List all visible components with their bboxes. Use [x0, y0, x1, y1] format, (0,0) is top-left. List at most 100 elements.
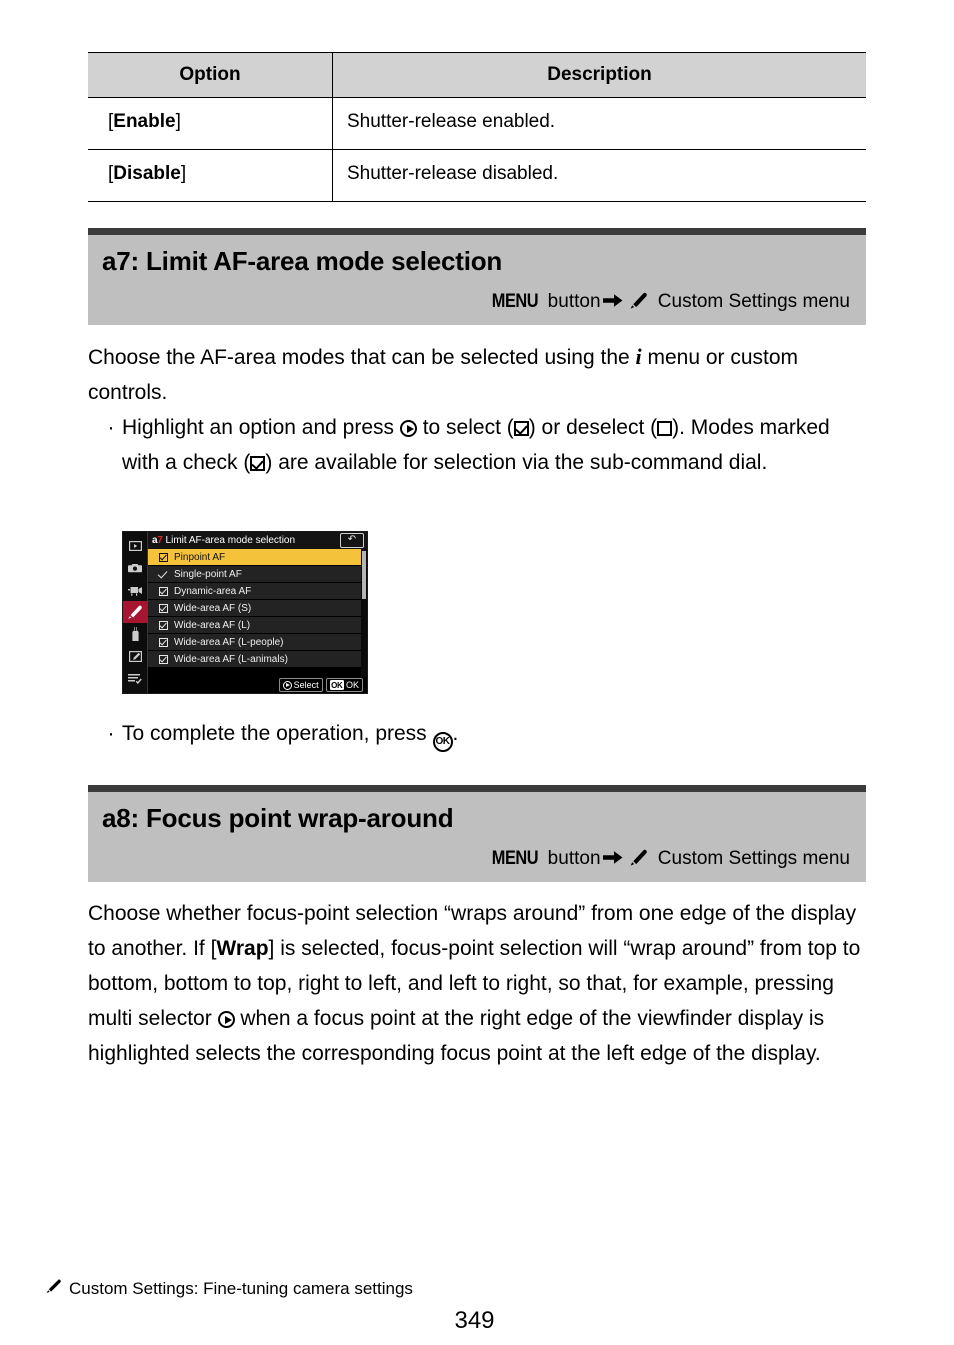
bracket-open: [	[108, 111, 114, 132]
video-recording-menu-icon	[127, 586, 142, 596]
menu-path-a8: MENU button Custom Settings menu	[102, 848, 852, 872]
scrollbar[interactable]	[361, 549, 367, 677]
column-header-description: Description	[332, 52, 866, 98]
sidebar-item-photo-shooting[interactable]	[123, 557, 148, 579]
list-item[interactable]: Pinpoint AF	[148, 549, 361, 566]
section-top-rule	[88, 785, 866, 792]
bullet2-part-b: .	[452, 722, 459, 745]
checkbox-checked-icon[interactable]	[152, 586, 174, 596]
bullet-text: Highlight an option and press to select …	[122, 410, 870, 480]
section-band: a8: Focus point wrap-around MENU button …	[88, 792, 866, 882]
page-footer: Custom Settings: Fine-tuning camera sett…	[45, 1279, 909, 1335]
section-band: a7: Limit AF-area mode selection MENU bu…	[88, 235, 866, 325]
pencil-icon	[629, 292, 648, 315]
section-title-a8: a8: Focus point wrap-around	[102, 803, 454, 833]
camera-menu-main: a7 Limit AF-area mode selection ↶ Pinpoi…	[148, 532, 367, 693]
sidebar-item-my-menu[interactable]	[123, 667, 148, 689]
select-hint: Select	[278, 678, 323, 692]
camera-menu-screenshot: a7 Limit AF-area mode selection ↶ Pinpoi…	[122, 531, 368, 694]
intro-part-1: Choose the AF-area modes that can be sel…	[88, 346, 636, 369]
footer-chapter-label: Custom Settings: Fine-tuning camera sett…	[69, 1279, 413, 1298]
checkbox-checked-icon[interactable]	[152, 637, 174, 647]
menu-path-a7: MENU button Custom Settings menu	[102, 291, 852, 315]
bullet-list-a7: · Highlight an option and press to selec…	[100, 410, 870, 480]
bullet-list-a7-second: · To complete the operation, press OK.	[100, 716, 870, 752]
list-item[interactable]: Single-point AF	[148, 566, 361, 583]
select-hint-label: Select	[293, 680, 319, 690]
checkbox-checked-icon[interactable]	[152, 654, 174, 664]
footer-chapter-line: Custom Settings: Fine-tuning camera sett…	[45, 1279, 909, 1299]
scrollbar-thumb[interactable]	[362, 551, 366, 599]
cell-option: [Enable]	[88, 97, 333, 150]
pencil-icon	[128, 605, 142, 619]
ok-hint-label: OK	[345, 680, 359, 690]
multi-selector-right-icon	[217, 1011, 235, 1028]
sidebar-item-video-recording[interactable]	[123, 579, 148, 601]
section-a7-header: a7: Limit AF-area mode selection MENU bu…	[88, 228, 866, 325]
code-number: 7	[157, 535, 163, 546]
sidebar-item-custom-settings[interactable]	[123, 601, 148, 623]
option-name: Disable	[113, 163, 181, 184]
button-word: button	[542, 847, 601, 869]
bullet-text: To complete the operation, press OK.	[122, 716, 870, 752]
page-number: 349	[454, 1307, 495, 1334]
list-item[interactable]: Wide-area AF (L-people)	[148, 634, 361, 651]
bullet1-part-c: ) or deselect (	[528, 416, 658, 439]
sidebar-item-setup[interactable]	[123, 623, 148, 645]
checked-box-icon	[513, 421, 529, 436]
wrap-option-name: Wrap	[216, 937, 269, 960]
sidebar-item-playback[interactable]	[123, 535, 148, 557]
manual-page: Option Description [Enable] Shutter-rele…	[0, 0, 954, 1345]
table-row: [Disable] Shutter-release disabled.	[88, 149, 866, 202]
menu-button-label: MENU	[492, 290, 539, 312]
bullet1-part-a: Highlight an option and press	[122, 416, 400, 439]
checkbox-checked-icon[interactable]	[152, 552, 174, 562]
list-item-label: Pinpoint AF	[174, 551, 226, 563]
bullet1-part-e: ) are available for selection via the su…	[265, 451, 768, 474]
list-item-label: Wide-area AF (L)	[174, 619, 251, 631]
column-header-option: Option	[88, 52, 333, 98]
section-title-a7: a7: Limit AF-area mode selection	[102, 246, 503, 276]
list-item-label: Single-point AF	[174, 568, 242, 580]
checkbox-checked-icon[interactable]	[152, 620, 174, 630]
bullet1-part-b: to select (	[416, 416, 514, 439]
checked-box-icon	[250, 456, 266, 471]
bullet2-part-a: To complete the operation, press	[122, 722, 433, 745]
list-item-label: Wide-area AF (L-people)	[174, 636, 284, 648]
list-item-label: Dynamic-area AF	[174, 585, 252, 597]
list-item[interactable]: Wide-area AF (L-animals)	[148, 651, 361, 668]
ok-button-icon: OK	[432, 732, 453, 752]
bullet-marker: ·	[107, 722, 115, 745]
multi-selector-right-icon	[399, 420, 417, 437]
list-item-label: Wide-area AF (S)	[174, 602, 252, 614]
pencil-icon	[45, 1279, 62, 1299]
list-item[interactable]: Wide-area AF (L)	[148, 617, 361, 634]
options-table: Option Description [Enable] Shutter-rele…	[88, 52, 866, 202]
list-item: · Highlight an option and press to selec…	[100, 410, 870, 480]
return-arrow-icon[interactable]: ↶	[340, 533, 364, 548]
camera-menu-code: a7	[152, 535, 163, 546]
pencil-icon	[629, 849, 648, 872]
check-mark-icon[interactable]	[152, 570, 174, 579]
body-text-a8: Choose whether focus-point selection “wr…	[88, 896, 870, 1071]
cell-option: [Disable]	[88, 149, 333, 202]
checkbox-checked-icon[interactable]	[152, 603, 174, 613]
section-a8-header: a8: Focus point wrap-around MENU button …	[88, 785, 866, 882]
list-item-label: Wide-area AF (L-animals)	[174, 653, 288, 665]
playback-menu-icon	[128, 541, 142, 551]
empty-box-icon	[657, 421, 673, 436]
list-item[interactable]: Dynamic-area AF	[148, 583, 361, 600]
retouch-menu-icon	[128, 650, 142, 662]
list-item[interactable]: Wide-area AF (S)	[148, 600, 361, 617]
my-menu-icon	[128, 673, 142, 684]
camera-menu-footer: Select OK OK	[148, 677, 367, 693]
ok-hint: OK OK	[325, 678, 363, 692]
camera-menu-sidebar	[123, 532, 148, 693]
bracket-close: ]	[175, 111, 181, 132]
arrow-right-icon	[602, 292, 623, 314]
menu-destination: Custom Settings menu	[652, 847, 850, 869]
bracket-close: ]	[180, 163, 187, 184]
button-word: button	[542, 290, 601, 312]
sidebar-item-retouch[interactable]	[123, 645, 148, 667]
menu-destination: Custom Settings menu	[652, 290, 850, 312]
